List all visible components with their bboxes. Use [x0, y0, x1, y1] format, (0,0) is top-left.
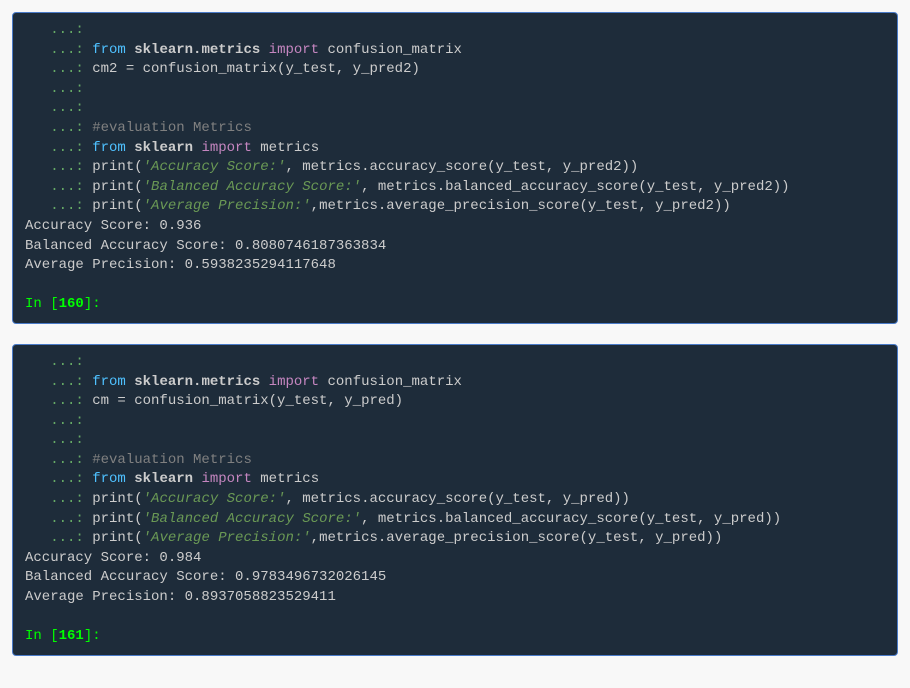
continuation-prompt: ...: — [25, 511, 92, 527]
output-line: Accuracy Score: 0.936 — [25, 217, 885, 237]
blank-line — [25, 276, 885, 296]
print-fn: print — [92, 530, 134, 546]
print-fn: print — [92, 198, 134, 214]
prompt-suffix: ]: — [84, 628, 101, 644]
continuation-prompt: ...: — [25, 374, 92, 390]
continuation-prompt: ...: — [25, 42, 92, 58]
print-fn: print — [92, 159, 134, 175]
print-args: ,metrics.average_precision_score(y_test,… — [311, 198, 731, 214]
code-line: ...: cm2 = confusion_matrix(y_test, y_pr… — [25, 60, 885, 80]
code-line: ...: print('Balanced Accuracy Score:', m… — [25, 178, 885, 198]
code-line: ...: print('Average Precision:',metrics.… — [25, 529, 885, 549]
code-line: ...: print('Accuracy Score:', metrics.ac… — [25, 490, 885, 510]
print-fn: print — [92, 511, 134, 527]
output-line: Balanced Accuracy Score: 0.8080746187363… — [25, 237, 885, 257]
blank-line — [25, 608, 885, 628]
continuation-prompt: ...: — [25, 140, 92, 156]
input-prompt[interactable]: In [161]: — [25, 627, 885, 647]
continuation-prompt: ...: — [25, 471, 92, 487]
module-name: sklearn.metrics — [134, 42, 260, 58]
module-name: sklearn.metrics — [134, 374, 260, 390]
keyword-import: import — [201, 140, 251, 156]
code-line: ...: — [25, 431, 885, 451]
output-line: Average Precision: 0.5938235294117648 — [25, 256, 885, 276]
print-fn: print — [92, 179, 134, 195]
continuation-prompt: ...: — [25, 452, 92, 468]
print-fn: print — [92, 491, 134, 507]
continuation-prompt: ...: — [25, 354, 92, 370]
keyword-from: from — [92, 374, 126, 390]
code-line: ...: print('Balanced Accuracy Score:', m… — [25, 510, 885, 530]
code-line: ...: from sklearn.metrics import confusi… — [25, 373, 885, 393]
comment: #evaluation Metrics — [92, 120, 252, 136]
code-line: ...: — [25, 21, 885, 41]
assignment: cm = confusion_matrix(y_test, y_pred) — [92, 393, 403, 409]
string-literal: 'Balanced Accuracy Score:' — [143, 179, 361, 195]
string-literal: 'Accuracy Score:' — [143, 491, 286, 507]
code-line: ...: from sklearn import metrics — [25, 139, 885, 159]
code-line: ...: — [25, 412, 885, 432]
code-line: ...: #evaluation Metrics — [25, 451, 885, 471]
code-line: ...: — [25, 99, 885, 119]
output-line: Average Precision: 0.8937058823529411 — [25, 588, 885, 608]
continuation-prompt: ...: — [25, 61, 92, 77]
module-name: sklearn — [134, 471, 193, 487]
code-line: ...: — [25, 80, 885, 100]
string-literal: 'Balanced Accuracy Score:' — [143, 511, 361, 527]
module-name: sklearn — [134, 140, 193, 156]
continuation-prompt: ...: — [25, 530, 92, 546]
output-line: Accuracy Score: 0.984 — [25, 549, 885, 569]
print-args: , metrics.balanced_accuracy_score(y_test… — [361, 511, 781, 527]
input-prompt[interactable]: In [160]: — [25, 295, 885, 315]
print-args: , metrics.accuracy_score(y_test, y_pred2… — [285, 159, 638, 175]
continuation-prompt: ...: — [25, 179, 92, 195]
string-literal: 'Accuracy Score:' — [143, 159, 286, 175]
continuation-prompt: ...: — [25, 198, 92, 214]
continuation-prompt: ...: — [25, 491, 92, 507]
continuation-prompt: ...: — [25, 22, 92, 38]
import-name: metrics — [260, 471, 319, 487]
keyword-from: from — [92, 42, 126, 58]
keyword-import: import — [269, 374, 319, 390]
string-literal: 'Average Precision:' — [143, 530, 311, 546]
print-args: , metrics.accuracy_score(y_test, y_pred)… — [285, 491, 629, 507]
assignment: cm2 = confusion_matrix(y_test, y_pred2) — [92, 61, 420, 77]
code-line: ...: cm = confusion_matrix(y_test, y_pre… — [25, 392, 885, 412]
output-line: Balanced Accuracy Score: 0.9783496732026… — [25, 568, 885, 588]
string-literal: 'Average Precision:' — [143, 198, 311, 214]
print-args: ,metrics.average_precision_score(y_test,… — [311, 530, 723, 546]
import-name: metrics — [260, 140, 319, 156]
prompt-prefix: In [ — [25, 628, 59, 644]
prompt-number: 160 — [59, 296, 84, 312]
import-name: confusion_matrix — [328, 374, 462, 390]
prompt-prefix: In [ — [25, 296, 59, 312]
code-line: ...: from sklearn.metrics import confusi… — [25, 41, 885, 61]
code-line: ...: print('Accuracy Score:', metrics.ac… — [25, 158, 885, 178]
code-line: ...: print('Average Precision:',metrics.… — [25, 197, 885, 217]
comment: #evaluation Metrics — [92, 452, 252, 468]
prompt-number: 161 — [59, 628, 84, 644]
keyword-from: from — [92, 140, 126, 156]
code-line: ...: #evaluation Metrics — [25, 119, 885, 139]
continuation-prompt: ...: — [25, 413, 92, 429]
code-cell: ...: ...: from sklearn.metrics import co… — [12, 344, 898, 656]
keyword-import: import — [269, 42, 319, 58]
continuation-prompt: ...: — [25, 159, 92, 175]
continuation-prompt: ...: — [25, 393, 92, 409]
continuation-prompt: ...: — [25, 120, 92, 136]
code-line: ...: — [25, 353, 885, 373]
keyword-from: from — [92, 471, 126, 487]
continuation-prompt: ...: — [25, 81, 92, 97]
keyword-import: import — [201, 471, 251, 487]
prompt-suffix: ]: — [84, 296, 101, 312]
continuation-prompt: ...: — [25, 100, 92, 116]
code-line: ...: from sklearn import metrics — [25, 470, 885, 490]
continuation-prompt: ...: — [25, 432, 92, 448]
code-cell: ...: ...: from sklearn.metrics import co… — [12, 12, 898, 324]
import-name: confusion_matrix — [328, 42, 462, 58]
print-args: , metrics.balanced_accuracy_score(y_test… — [361, 179, 789, 195]
